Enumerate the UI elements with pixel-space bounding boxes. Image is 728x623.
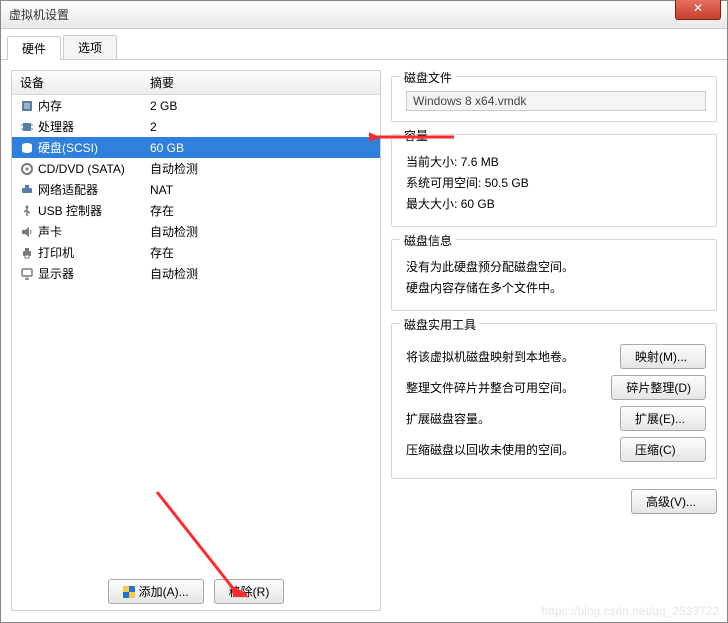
device-row[interactable]: 网络适配器 NAT [12, 179, 380, 200]
group-title-capacity: 容量 [400, 127, 432, 144]
current-size-label: 当前大小: [406, 155, 457, 169]
device-name: 硬盘(SCSI) [38, 139, 98, 156]
device-name: 处理器 [38, 118, 74, 135]
device-summary: 自动检测 [142, 221, 380, 242]
add-button[interactable]: 添加(A)... [108, 579, 204, 604]
device-summary: 60 GB [142, 137, 380, 158]
remove-button[interactable]: 移除(R) [214, 579, 285, 604]
device-summary: NAT [142, 179, 380, 200]
col-summary[interactable]: 摘要 [142, 71, 380, 95]
device-row[interactable]: 内存 2 GB [12, 95, 380, 117]
titlebar: 虚拟机设置 ✕ [1, 1, 727, 29]
tab-hardware[interactable]: 硬件 [7, 36, 61, 60]
max-size-value: 60 GB [461, 197, 495, 211]
col-device[interactable]: 设备 [12, 71, 142, 95]
free-space-value: 50.5 GB [485, 176, 529, 190]
device-name: CD/DVD (SATA) [38, 162, 125, 176]
watermark: https://blog.csdn.net/qq_2533722 [542, 604, 719, 618]
defrag-button[interactable]: 碎片整理(D) [611, 375, 706, 400]
window-title: 虚拟机设置 [9, 6, 69, 23]
device-row[interactable]: 处理器 2 [12, 116, 380, 137]
group-capacity: 容量 当前大小: 7.6 MB 系统可用空间: 50.5 GB 最大大小: 60… [391, 134, 717, 227]
device-panel: 设备 摘要 内存2 GB处理器2硬盘(SCSI)60 GBCD/DVD (SAT… [11, 70, 381, 611]
diskinfo-line2: 硬盘内容存储在多个文件中。 [406, 279, 706, 296]
group-diskfile: 磁盘文件 [391, 76, 717, 122]
device-row[interactable]: USB 控制器 存在 [12, 200, 380, 221]
device-row[interactable]: 显示器 自动检测 [12, 263, 380, 284]
group-title-diskinfo: 磁盘信息 [400, 232, 456, 249]
advanced-button[interactable]: 高级(V)... [631, 489, 717, 514]
tab-options[interactable]: 选项 [63, 35, 117, 59]
max-size-label: 最大大小: [406, 197, 457, 211]
device-row[interactable]: 硬盘(SCSI) 60 GB [12, 137, 380, 158]
device-summary: 2 [142, 116, 380, 137]
group-diskinfo: 磁盘信息 没有为此硬盘预分配磁盘空间。 硬盘内容存储在多个文件中。 [391, 239, 717, 311]
close-icon[interactable]: ✕ [675, 0, 721, 20]
device-name: 网络适配器 [38, 181, 98, 198]
device-summary: 存在 [142, 200, 380, 221]
compact-button[interactable]: 压缩(C) [620, 437, 706, 462]
map-button[interactable]: 映射(M)... [620, 344, 706, 369]
diskinfo-line1: 没有为此硬盘预分配磁盘空间。 [406, 258, 706, 275]
device-name: USB 控制器 [38, 202, 102, 219]
group-title-tools: 磁盘实用工具 [400, 316, 480, 333]
expand-label: 扩展磁盘容量。 [406, 410, 490, 427]
group-title-diskfile: 磁盘文件 [400, 69, 456, 86]
detail-panel: 磁盘文件 容量 当前大小: 7.6 MB 系统可用空间: 50.5 GB 最大大… [391, 70, 717, 611]
device-summary: 自动检测 [142, 263, 380, 284]
tabstrip: 硬件 选项 [1, 29, 727, 60]
device-name: 内存 [38, 97, 62, 114]
defrag-label: 整理文件碎片并整合可用空间。 [406, 379, 574, 396]
shield-icon [123, 586, 135, 598]
device-row[interactable]: 声卡 自动检测 [12, 221, 380, 242]
device-name: 打印机 [38, 244, 74, 261]
compact-label: 压缩磁盘以回收未使用的空间。 [406, 441, 574, 458]
device-summary: 存在 [142, 242, 380, 263]
device-name: 声卡 [38, 223, 62, 240]
device-name: 显示器 [38, 265, 74, 282]
group-tools: 磁盘实用工具 将该虚拟机磁盘映射到本地卷。映射(M)... 整理文件碎片并整合可… [391, 323, 717, 479]
free-space-label: 系统可用空间: [406, 176, 481, 190]
device-row[interactable]: CD/DVD (SATA) 自动检测 [12, 158, 380, 179]
device-row[interactable]: 打印机 存在 [12, 242, 380, 263]
device-table: 设备 摘要 内存2 GB处理器2硬盘(SCSI)60 GBCD/DVD (SAT… [12, 71, 380, 284]
diskfile-input[interactable] [406, 91, 706, 111]
device-summary: 自动检测 [142, 158, 380, 179]
expand-button[interactable]: 扩展(E)... [620, 406, 706, 431]
map-label: 将该虚拟机磁盘映射到本地卷。 [406, 348, 574, 365]
current-size-value: 7.6 MB [461, 155, 499, 169]
device-summary: 2 GB [142, 95, 380, 117]
